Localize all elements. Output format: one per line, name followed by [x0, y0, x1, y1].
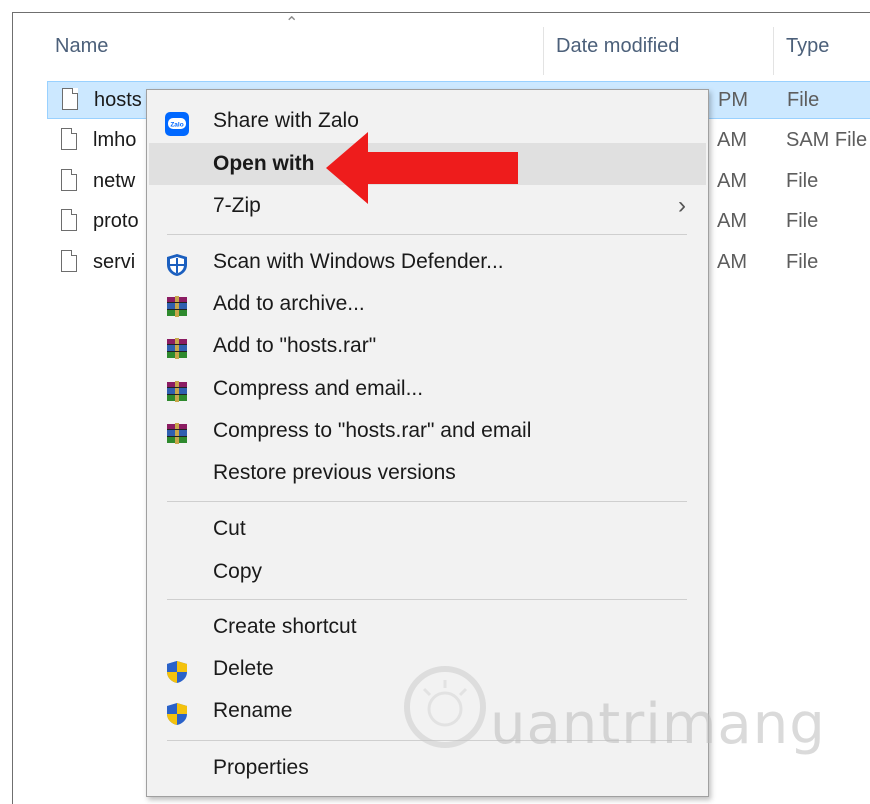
uac-shield-icon: [165, 657, 189, 683]
zalo-icon: Zalo: [165, 109, 189, 136]
menu-item-label: Scan with Windows Defender...: [213, 250, 504, 273]
menu-separator: [167, 599, 687, 600]
file-type: File: [786, 210, 819, 232]
menu-item-create-shortcut[interactable]: Create shortcut: [149, 606, 706, 648]
menu-item-label: Add to "hosts.rar": [213, 334, 377, 357]
file-date: PM: [718, 89, 748, 111]
column-divider[interactable]: [773, 27, 774, 75]
winrar-icon: [165, 419, 189, 444]
file-name: lmho: [93, 129, 137, 151]
file-icon: [61, 169, 77, 191]
file-date: AM: [717, 210, 747, 232]
menu-item-label: Open with: [213, 152, 315, 175]
menu-item-label: Compress and email...: [213, 377, 424, 400]
menu-separator: [167, 234, 687, 235]
menu-item-label: Create shortcut: [213, 615, 357, 638]
file-name: hosts: [94, 89, 142, 111]
menu-item-label: Copy: [213, 560, 263, 583]
column-header-name[interactable]: Name: [55, 31, 108, 71]
menu-item-compress-and-email[interactable]: Compress and email...: [149, 368, 706, 410]
watermark-logo-icon: [404, 666, 486, 748]
red-arrow-icon: [326, 132, 518, 204]
file-icon: [62, 88, 78, 110]
menu-item-label: Cut: [213, 517, 246, 540]
column-header-type[interactable]: Type: [786, 31, 829, 71]
menu-item-scan-defender[interactable]: Scan with Windows Defender...: [149, 241, 706, 283]
menu-item-compress-to-hosts-rar-and-email[interactable]: Compress to "hosts.rar" and email: [149, 410, 706, 452]
file-name: servi: [93, 251, 136, 273]
menu-item-label: Restore previous versions: [213, 461, 456, 484]
file-icon: [61, 250, 77, 272]
file-date: AM: [717, 251, 747, 273]
winrar-icon: [165, 334, 189, 359]
menu-item-label: Delete: [213, 657, 274, 680]
menu-separator: [167, 501, 687, 502]
menu-item-label: Rename: [213, 699, 293, 722]
windows-defender-icon: [165, 250, 189, 276]
zalo-icon-text: Zalo: [170, 122, 183, 129]
menu-item-copy[interactable]: Copy: [149, 551, 706, 593]
file-date: AM: [717, 170, 747, 192]
column-header-date-modified[interactable]: Date modified: [556, 31, 679, 71]
file-name: proto: [93, 210, 139, 232]
menu-item-label: Add to archive...: [213, 292, 365, 315]
menu-item-label: 7-Zip: [213, 194, 261, 217]
menu-item-restore-previous-versions[interactable]: Restore previous versions: [149, 452, 706, 494]
chevron-right-icon: ›: [678, 192, 686, 219]
file-type: SAM File: [786, 129, 868, 151]
menu-item-add-to-hosts-rar[interactable]: Add to "hosts.rar": [149, 325, 706, 367]
file-name: netw: [93, 170, 136, 192]
winrar-icon: [165, 377, 189, 402]
menu-item-cut[interactable]: Cut: [149, 508, 706, 550]
column-divider[interactable]: [543, 27, 544, 75]
menu-item-label: Properties: [213, 756, 309, 779]
watermark-text: uantrimang: [490, 692, 826, 757]
menu-item-label: Compress to "hosts.rar" and email: [213, 419, 532, 442]
winrar-icon: [165, 292, 189, 317]
menu-item-add-to-archive[interactable]: Add to archive...: [149, 283, 706, 325]
file-type: File: [786, 251, 819, 273]
file-icon: [61, 128, 77, 150]
uac-shield-icon: [165, 699, 189, 725]
file-type: File: [786, 170, 819, 192]
file-date: AM: [717, 129, 747, 151]
file-type: File: [787, 89, 820, 111]
sort-ascending-icon[interactable]: ⌃: [285, 13, 298, 33]
file-icon: [61, 209, 77, 231]
